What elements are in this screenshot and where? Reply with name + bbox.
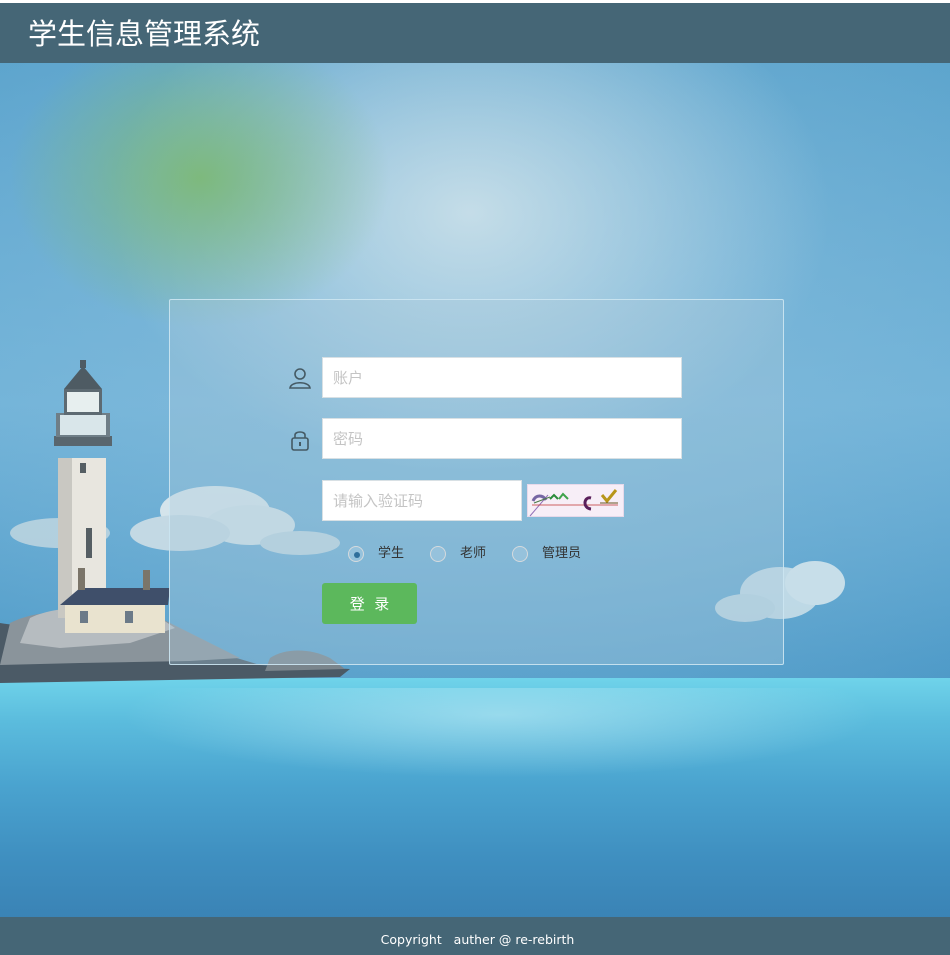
captcha-input[interactable] — [322, 480, 522, 521]
radio-circle[interactable] — [512, 546, 528, 562]
captcha-image[interactable] — [527, 484, 624, 517]
role-label-student: 学生 — [378, 546, 405, 561]
radio-circle-selected[interactable] — [348, 546, 364, 562]
account-input[interactable] — [322, 357, 682, 398]
captcha-glyphs — [529, 489, 618, 517]
app-title: 学生信息管理系统 — [28, 17, 261, 51]
password-input[interactable] — [322, 418, 682, 459]
app-header: 学生信息管理系统 — [0, 3, 950, 63]
login-button[interactable]: 登 录 — [322, 583, 417, 624]
role-label-admin: 管理员 — [542, 546, 582, 561]
copyright-text: Copyright auther @ re-rebirth — [380, 932, 575, 947]
app-footer: Copyright auther @ re-rebirth — [0, 917, 950, 955]
role-label-teacher: 老师 — [460, 546, 487, 561]
radio-dot — [354, 552, 360, 558]
user-icon — [289, 368, 311, 389]
radio-circle[interactable] — [430, 546, 446, 562]
lock-icon — [291, 431, 309, 451]
